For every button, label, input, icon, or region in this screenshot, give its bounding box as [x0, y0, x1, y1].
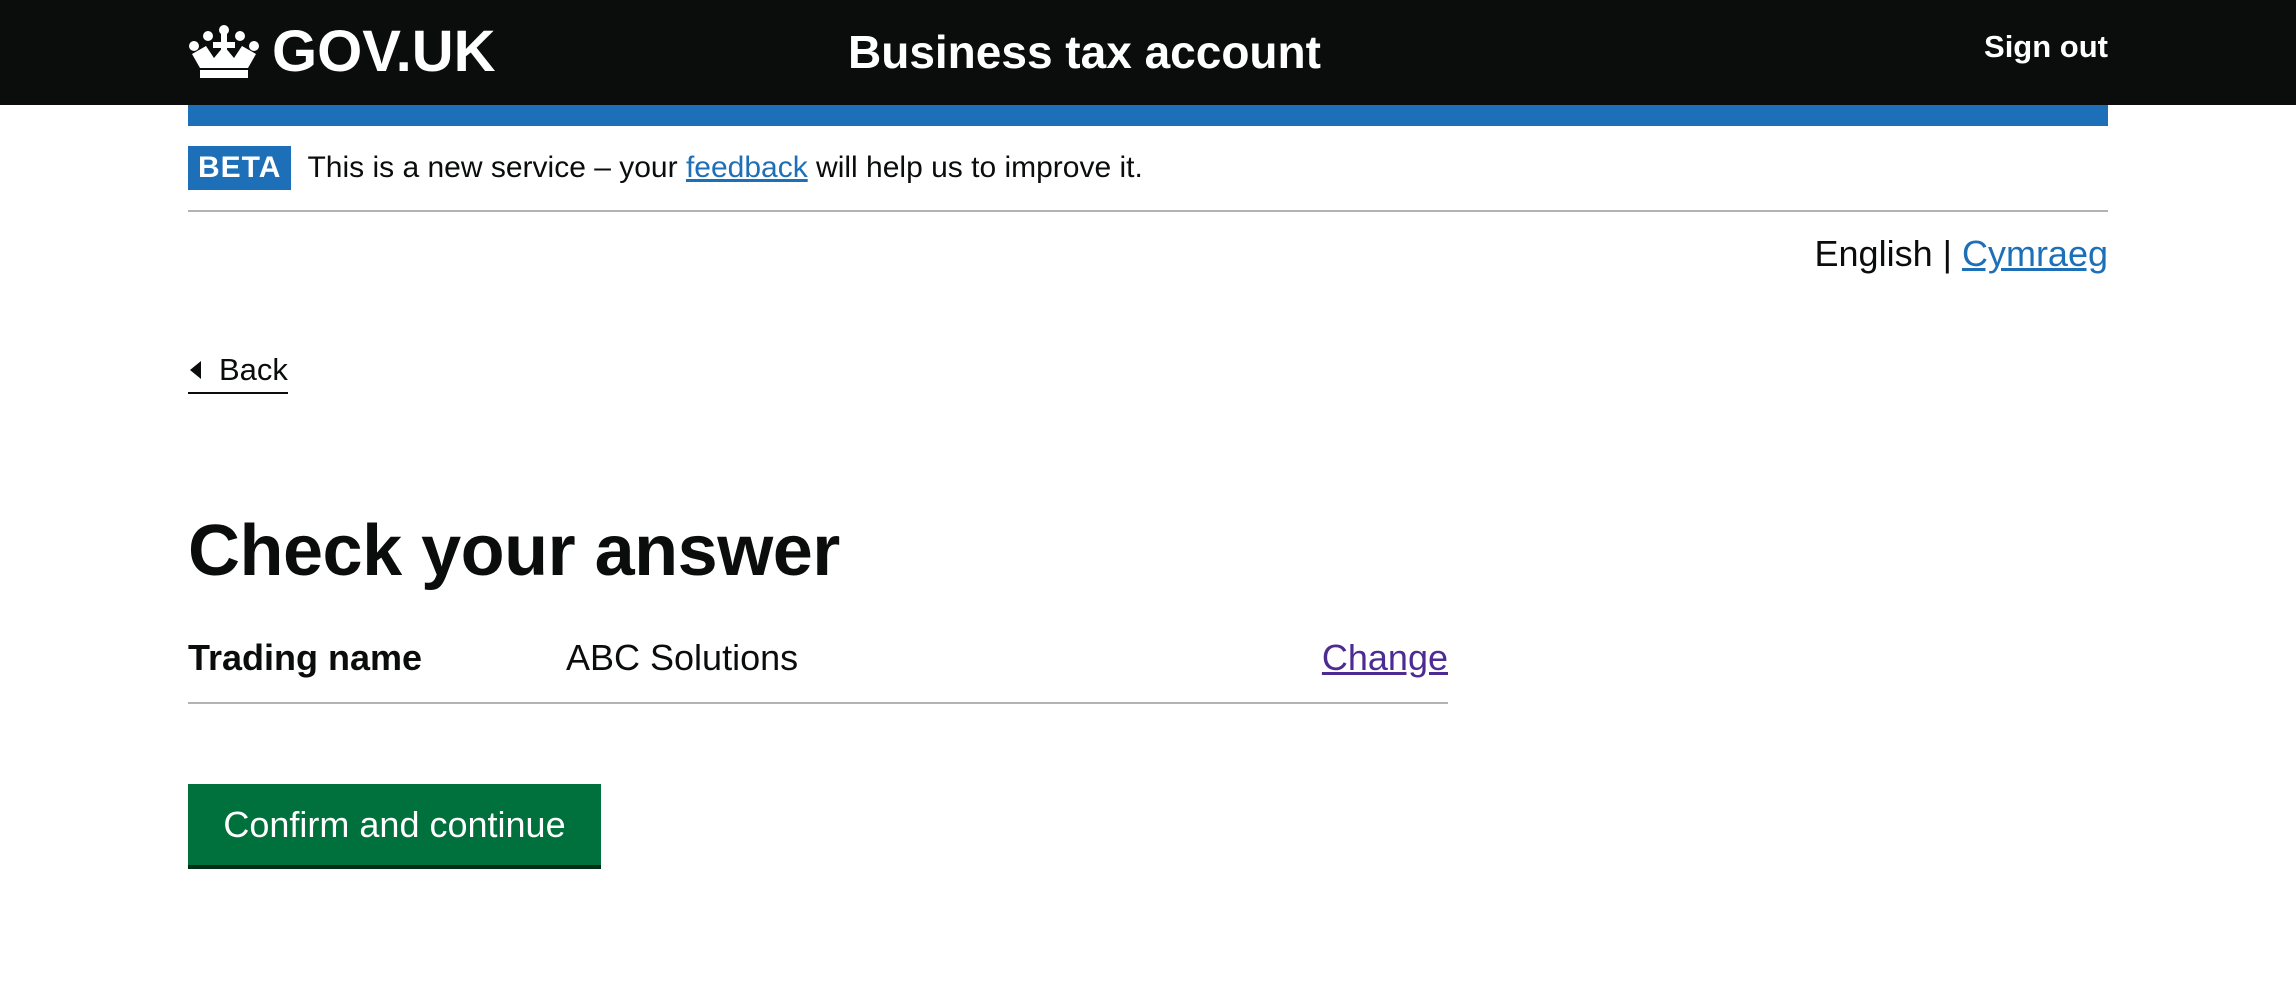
phase-banner-text: This is a new service – your feedback wi…: [307, 148, 1142, 188]
govuk-logo-link[interactable]: GOV.UK: [188, 22, 495, 82]
language-current: English: [1814, 233, 1933, 274]
logo-text: GOV.UK: [272, 19, 496, 84]
language-separator: |: [1932, 233, 1962, 274]
back-link-label: Back: [219, 352, 288, 387]
beta-tag: BETA: [188, 146, 292, 190]
back-arrow-icon: [190, 361, 201, 379]
summary-value: ABC Solutions: [566, 637, 799, 678]
confirm-and-continue-button[interactable]: Confirm and continue: [188, 784, 601, 865]
header-blue-bar: [188, 105, 2108, 126]
summary-key: Trading name: [188, 637, 423, 678]
change-link[interactable]: Change: [1322, 634, 1448, 682]
language-cymraeg-link[interactable]: Cymraeg: [1962, 233, 2108, 274]
phase-text-after: will help us to improve it.: [807, 151, 1143, 184]
feedback-link[interactable]: feedback: [686, 151, 808, 184]
site-header: GOV.UK Business tax account Sign out: [0, 0, 2296, 105]
phase-banner: BETA This is a new service – your feedba…: [188, 126, 2108, 212]
back-link[interactable]: Back: [188, 350, 288, 394]
service-name-link[interactable]: Business tax account: [848, 22, 1321, 82]
crown-icon: [189, 25, 259, 78]
summary-row-trading-name: Trading name ABC Solutions Change: [188, 630, 1448, 704]
sign-out-link[interactable]: Sign out: [1984, 27, 2108, 67]
page-title: Check your answer: [188, 511, 840, 591]
phase-text-before: This is a new service – your: [307, 151, 686, 184]
language-toggle: English | Cymraeg: [1815, 230, 2108, 278]
